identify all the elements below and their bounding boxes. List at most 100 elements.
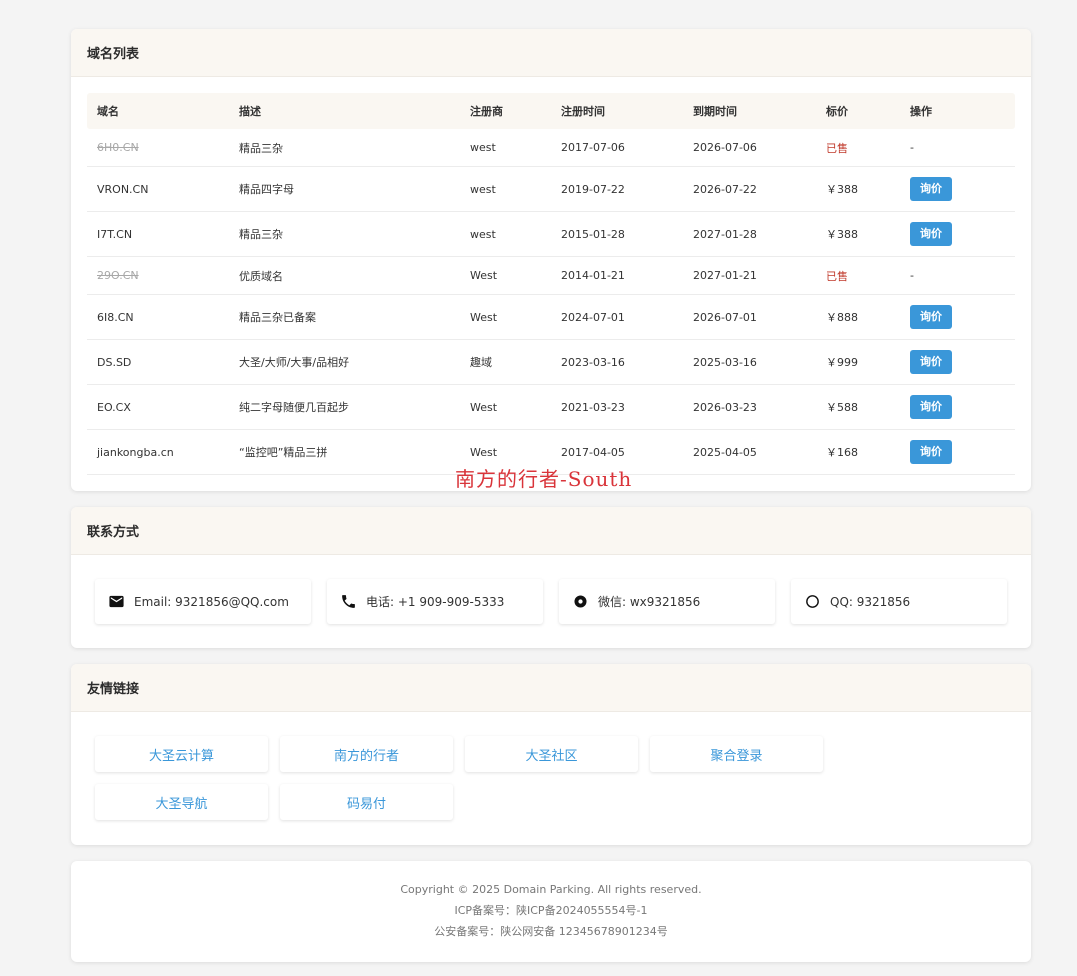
contact-card: 联系方式 Email: 9321856@QQ.com 电话: +1 909-90…	[71, 507, 1031, 648]
cell-domain: DS.SD	[87, 356, 239, 369]
contact-title: 联系方式	[71, 507, 1031, 555]
cell-price-text: 已售	[826, 141, 848, 155]
cell-price-text: ￥888	[826, 311, 858, 324]
footer-icp[interactable]: ICP备案号：陕ICP备2024055554号-1	[71, 904, 1031, 925]
cell-reg-date-text: 2021-03-23	[561, 400, 625, 414]
cell-desc-text: 精品三杂	[239, 228, 283, 241]
cell-price: ￥588	[826, 399, 910, 415]
inquire-button[interactable]: 询价	[910, 305, 952, 329]
cell-price: 已售	[826, 140, 910, 156]
cell-exp-date-text: 2027-01-28	[693, 227, 757, 241]
cell-exp-date: 2025-04-05	[693, 446, 826, 459]
cell-exp-date-text: 2026-03-23	[693, 400, 757, 414]
inquire-button[interactable]: 询价	[910, 222, 952, 246]
cell-domain-text: DS.SD	[97, 355, 132, 369]
contact-wechat[interactable]: 微信: wx9321856	[559, 579, 775, 624]
cell-desc: 精品三杂已备案	[239, 309, 470, 325]
cell-domain: 6H0.CN	[87, 141, 239, 154]
cell-reg-date: 2021-03-23	[561, 401, 693, 414]
link-dasheng-nav[interactable]: 大圣导航	[95, 784, 268, 820]
contact-wechat-text: 微信: wx9321856	[598, 595, 701, 609]
cell-registrar-text: west	[470, 182, 496, 196]
inquire-button[interactable]: 询价	[910, 440, 952, 464]
links-card: 友情链接 大圣云计算 南方的行者 大圣社区 聚合登录 大圣导航 码易付	[71, 664, 1031, 845]
cell-price-text: ￥388	[826, 183, 858, 196]
contact-phone[interactable]: 电话: +1 909-909-5333	[327, 579, 543, 624]
cell-price: ￥888	[826, 309, 910, 325]
qq-icon	[806, 595, 819, 608]
cell-registrar: West	[470, 446, 561, 459]
inquire-button[interactable]: 询价	[910, 395, 952, 419]
inquire-button[interactable]: 询价	[910, 350, 952, 374]
cell-desc: 精品四字母	[239, 181, 470, 197]
col-header-registrar: 注册商	[470, 105, 503, 118]
cell-reg-date: 2023-03-16	[561, 356, 693, 369]
contact-list: Email: 9321856@QQ.com 电话: +1 909-909-533…	[95, 579, 1007, 624]
email-icon	[109, 595, 124, 608]
domain-table: 域名 描述 注册商 注册时间 到期时间 标价 操作 6H0.CN 精品三杂 west…	[87, 93, 1015, 475]
cell-reg-date: 2024-07-01	[561, 311, 693, 324]
cell-registrar-text: West	[470, 310, 498, 324]
cell-reg-date: 2019-07-22	[561, 183, 693, 196]
cell-domain: VRON.CN	[87, 183, 239, 196]
cell-registrar-text: 趣域	[470, 356, 492, 369]
domain-list-title: 域名列表	[71, 29, 1031, 77]
cell-desc: 大圣/大师/大事/品相好	[239, 354, 470, 370]
cell-desc-text: 大圣/大师/大事/品相好	[239, 356, 350, 369]
col-header-price: 标价	[826, 105, 848, 118]
cell-desc: 精品三杂	[239, 226, 470, 242]
cell-desc-text: 纯二字母随便几百起步	[239, 401, 349, 414]
inquire-button[interactable]: 询价	[910, 177, 952, 201]
action-none: -	[910, 269, 914, 282]
table-row: VRON.CN 精品四字母 west 2019-07-22 2026-07-22 ￥388…	[87, 167, 1015, 212]
cell-reg-date-text: 2015-01-28	[561, 227, 625, 241]
col-header-action: 操作	[910, 105, 932, 118]
contact-email[interactable]: Email: 9321856@QQ.com	[95, 579, 311, 624]
links-list: 大圣云计算 南方的行者 大圣社区 聚合登录 大圣导航 码易付	[95, 736, 1007, 820]
cell-domain: 29O.CN	[87, 269, 239, 282]
cell-exp-date: 2027-01-21	[693, 269, 826, 282]
cell-registrar: west	[470, 228, 561, 241]
cell-domain-text: EO.CX	[97, 400, 131, 414]
cell-action: -	[910, 141, 1015, 154]
cell-registrar: West	[470, 269, 561, 282]
cell-domain-text: I7T.CN	[97, 227, 133, 241]
cell-exp-date-text: 2027-01-21	[693, 269, 757, 282]
footer-police[interactable]: 公安备案号：陕公网安备 12345678901234号	[71, 925, 1031, 946]
link-south-walker[interactable]: 南方的行者	[280, 736, 453, 772]
table-row: DS.SD 大圣/大师/大事/品相好 趣域 2023-03-16 2025-03-16 ￥…	[87, 340, 1015, 385]
table-body: 6H0.CN 精品三杂 west 2017-07-06 2026-07-06 已售 - VRO…	[87, 129, 1015, 475]
cell-exp-date-text: 2026-07-01	[693, 310, 757, 324]
watermark-text: 南方的行者-South	[455, 467, 633, 491]
link-dasheng-cloud[interactable]: 大圣云计算	[95, 736, 268, 772]
cell-registrar-text: West	[470, 445, 498, 459]
cell-action: 询价	[910, 305, 1015, 329]
contact-qq[interactable]: QQ: 9321856	[791, 579, 1007, 624]
footer: Copyright © 2025 Domain Parking. All rig…	[71, 861, 1031, 962]
cell-desc-text: 精品三杂已备案	[239, 311, 316, 324]
domain-list-card: 域名列表 域名 描述 注册商 注册时间 到期时间 标价 操作 6H0.CN 精品三…	[71, 29, 1031, 491]
wechat-icon	[574, 595, 587, 608]
cell-domain: I7T.CN	[87, 228, 239, 241]
link-aggregate-login[interactable]: 聚合登录	[650, 736, 823, 772]
cell-registrar: west	[470, 183, 561, 196]
cell-action: 询价	[910, 177, 1015, 201]
link-dasheng-community[interactable]: 大圣社区	[465, 736, 638, 772]
cell-domain-text: jiankongba.cn	[97, 445, 174, 459]
cell-price-text: ￥588	[826, 401, 858, 414]
cell-exp-date: 2025-03-16	[693, 356, 826, 369]
cell-action: 询价	[910, 222, 1015, 246]
cell-price: ￥168	[826, 444, 910, 460]
table-row: 29O.CN 优质域名 West 2014-01-21 2027-01-21 已售 -	[87, 257, 1015, 295]
cell-action: 询价	[910, 350, 1015, 374]
cell-registrar: 趣域	[470, 354, 561, 370]
cell-exp-date-text: 2026-07-06	[693, 141, 757, 154]
cell-domain: EO.CX	[87, 401, 239, 414]
contact-qq-text: QQ: 9321856	[830, 594, 911, 609]
cell-exp-date: 2027-01-28	[693, 228, 826, 241]
cell-price-text: ￥388	[826, 228, 858, 241]
cell-registrar-text: West	[470, 400, 498, 414]
phone-icon	[342, 595, 355, 608]
link-mayifu[interactable]: 码易付	[280, 784, 453, 820]
cell-desc-text: 精品四字母	[239, 183, 294, 196]
